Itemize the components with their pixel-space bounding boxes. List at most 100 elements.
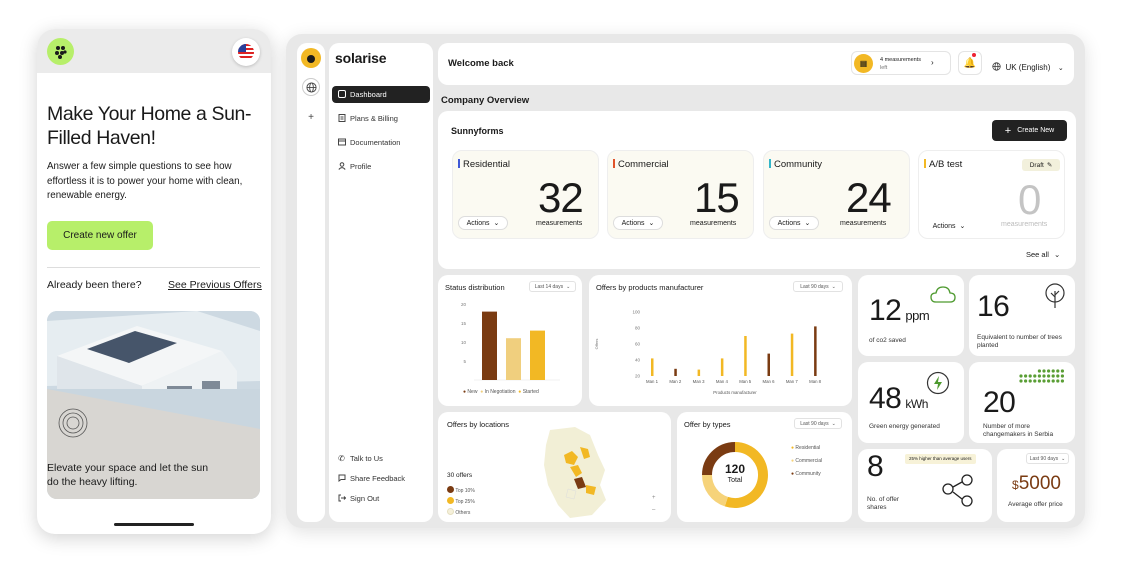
nav-label: Documentation	[350, 138, 401, 147]
divider	[47, 267, 260, 268]
manufacturer-bar[interactable]	[767, 353, 771, 376]
status-bar[interactable]	[506, 338, 521, 380]
locations-count: 30 offers	[447, 472, 473, 479]
status-bar[interactable]	[530, 330, 545, 380]
globe-icon[interactable]	[302, 78, 320, 96]
lightning-icon	[926, 371, 950, 395]
manufacturer-tick-label: 40	[635, 358, 641, 363]
globe-icon	[992, 62, 1001, 71]
person-dot	[1024, 379, 1028, 383]
nav-profile[interactable]: Profile	[332, 158, 430, 175]
person-dot	[1028, 374, 1032, 378]
manufacturer-bar[interactable]	[651, 358, 654, 376]
status-tick-label: 10	[461, 340, 467, 345]
nav-label: Dashboard	[350, 90, 387, 99]
status-tick-label: 20	[461, 302, 467, 307]
chevron-right-icon: ›	[931, 58, 934, 67]
card-name: A/B test	[924, 159, 962, 170]
person-dot	[1042, 374, 1046, 378]
zoom-in-button[interactable]: +	[652, 495, 656, 501]
actions-dropdown[interactable]: Actions ⌄	[924, 219, 974, 233]
trees-value: 16	[977, 290, 1010, 323]
card-unit: measurements	[840, 220, 887, 227]
manufacturer-bar[interactable]	[790, 333, 794, 376]
card-value: 32	[538, 174, 584, 221]
shares-label: No. of offer shares	[867, 496, 900, 511]
person-dot	[1024, 374, 1028, 378]
status-tick-label: 15	[461, 321, 467, 326]
nav-plans-billing[interactable]: Plans & Billing	[332, 110, 430, 127]
price-value: $5000	[1012, 473, 1061, 494]
draft-badge: Draft ✎	[1022, 159, 1060, 171]
card-value: 24	[846, 174, 892, 221]
price-range-dropdown[interactable]: Last 90 days ⌄	[1026, 453, 1069, 464]
nav-label: Talk to Us	[350, 454, 383, 463]
language-selector[interactable]: UK (English) ⌄	[992, 57, 1064, 75]
person-dot	[1056, 374, 1060, 378]
types-legend-residential: ● Residential	[791, 445, 821, 451]
create-new-button[interactable]: + Create New	[992, 120, 1067, 141]
measurements-count: 4 measurements	[880, 57, 921, 63]
card-unit: measurements	[690, 220, 737, 227]
chat-icon	[337, 474, 346, 483]
zoom-out-button[interactable]: –	[652, 507, 655, 513]
manufacturer-bar[interactable]	[674, 368, 677, 376]
trees-label: Equivalent to number of trees planted	[977, 334, 1062, 349]
manufacturer-bar[interactable]	[697, 369, 701, 376]
nav-sign-out[interactable]: Sign Out	[332, 490, 430, 507]
us-flag-icon[interactable]	[232, 38, 260, 66]
notification-bell-icon[interactable]: 🔔	[958, 51, 982, 75]
manufacturer-range-dropdown[interactable]: Last 90 days ⌄	[793, 281, 843, 292]
nav-documentation[interactable]: Documentation	[332, 134, 430, 151]
types-title: Offer by types	[684, 420, 731, 429]
shares-value: 8	[867, 450, 884, 483]
person-dot	[1060, 379, 1064, 383]
actions-dropdown[interactable]: Actions ⌄	[613, 216, 663, 230]
serbia-map	[544, 427, 606, 518]
card-unit: measurements	[1001, 221, 1048, 228]
status-bar[interactable]	[482, 311, 497, 380]
actions-dropdown[interactable]: Actions ⌄	[458, 216, 508, 230]
manufacturer-title: Offers by products manufacturer	[596, 283, 704, 292]
measurements-left-label: left	[880, 65, 888, 71]
person-dot	[1060, 374, 1064, 378]
create-offer-button[interactable]: Create new offer	[47, 221, 153, 250]
energy-label: Green energy generated	[869, 423, 940, 430]
nav-share-feedback[interactable]: Share Feedback	[332, 470, 430, 487]
dashboard-icon	[337, 90, 346, 99]
brand-logo[interactable]: solarise	[335, 50, 387, 66]
manufacturer-tick-label: 100	[632, 310, 640, 315]
logo-icon[interactable]	[47, 38, 74, 65]
promo-text: Elevate your space and let the sun do th…	[47, 462, 209, 488]
sunnyforms-title: Sunnyforms	[451, 126, 504, 136]
actions-dropdown[interactable]: Actions ⌄	[769, 216, 819, 230]
status-range-dropdown[interactable]: Last 14 days ⌄	[529, 281, 576, 292]
person-dot	[1019, 379, 1023, 383]
person-dot	[1019, 374, 1023, 378]
locations-title: Offers by locations	[447, 420, 509, 429]
manufacturer-category-label: Man 5	[739, 379, 752, 384]
sun-avatar-icon[interactable]	[301, 48, 321, 68]
manufacturer-category-label: Man 2	[669, 379, 682, 384]
tree-icon	[1045, 283, 1065, 308]
types-legend-commercial: ● Commercial	[791, 458, 823, 464]
nav-talk-to-us[interactable]: ✆ Talk to Us	[332, 450, 430, 467]
types-range-dropdown[interactable]: Last 90 days ⌄	[794, 418, 842, 429]
nav-dashboard[interactable]: Dashboard	[332, 86, 430, 103]
manufacturer-ylabel: Offers	[594, 339, 599, 350]
previous-offers-link[interactable]: See Previous Offers	[168, 279, 262, 291]
changemakers-label: Number of more changemakers in Serbia	[983, 423, 1054, 438]
share-network-icon	[942, 474, 973, 507]
manufacturer-bar[interactable]	[744, 336, 747, 376]
plus-icon: +	[1004, 124, 1012, 137]
manufacturer-bar[interactable]	[814, 326, 817, 376]
person-dot	[1037, 379, 1041, 383]
user-icon	[337, 162, 346, 171]
manufacturer-tick-label: 20	[635, 374, 641, 379]
manufacturer-category-label: Man 3	[693, 379, 706, 384]
manufacturer-bar[interactable]	[720, 358, 724, 376]
see-all-link[interactable]: See all ⌄	[1026, 250, 1060, 259]
person-dot	[1056, 379, 1060, 383]
add-icon[interactable]: +	[302, 108, 320, 126]
energy-value: 48 kWh	[869, 382, 928, 415]
